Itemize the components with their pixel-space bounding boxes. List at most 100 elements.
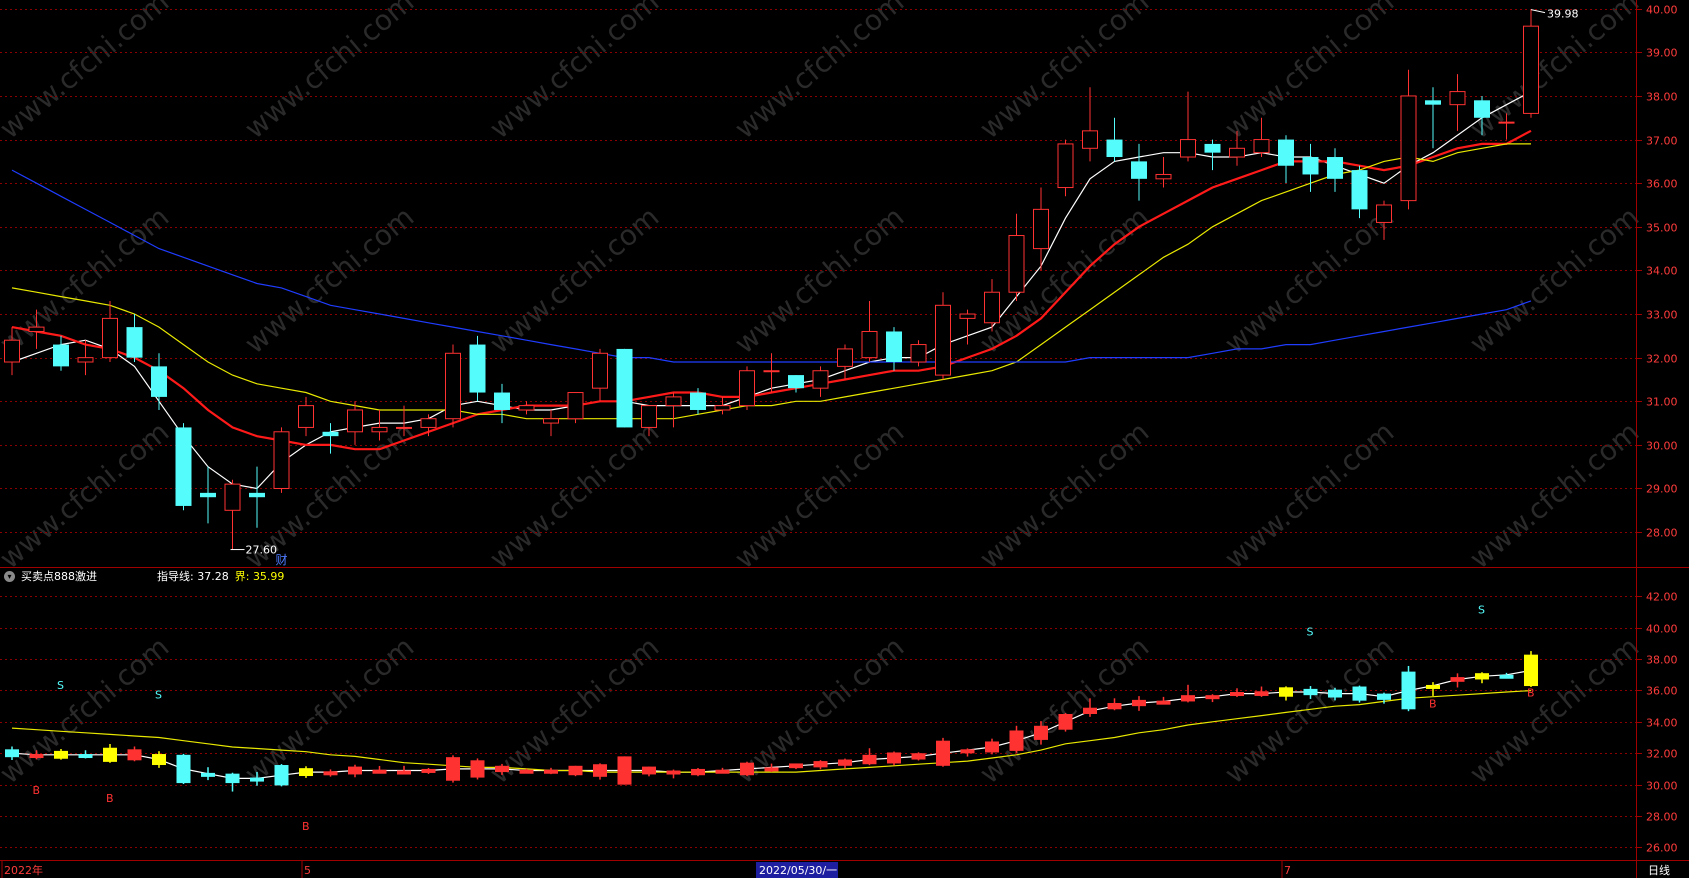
indicator-candle[interactable] <box>813 761 828 768</box>
indicator-candle[interactable] <box>593 764 607 777</box>
candle-body[interactable] <box>935 304 951 376</box>
candle-body[interactable] <box>1400 95 1417 202</box>
candle-body[interactable] <box>151 366 167 397</box>
candle-body[interactable] <box>886 331 902 363</box>
indicator-candle[interactable] <box>1303 688 1318 696</box>
candle-body[interactable] <box>1008 235 1025 293</box>
candle-body[interactable] <box>200 492 216 498</box>
indicator-candle[interactable] <box>323 771 338 776</box>
candle-body[interactable] <box>616 348 633 428</box>
candle-body[interactable] <box>494 392 510 410</box>
candle-body[interactable] <box>53 344 69 367</box>
indicator-candle[interactable] <box>495 765 509 773</box>
indicator-candle[interactable] <box>5 749 19 758</box>
candle-body[interactable] <box>1082 130 1098 149</box>
candle-body[interactable] <box>518 405 535 411</box>
indicator-candle[interactable] <box>1279 687 1293 697</box>
indicator-candle[interactable] <box>911 753 926 760</box>
indicator-candle[interactable] <box>1254 691 1269 696</box>
indicator-candle[interactable] <box>250 777 264 782</box>
candle-body[interactable] <box>1131 161 1147 179</box>
indicator-candle[interactable] <box>78 754 93 759</box>
candle-body[interactable] <box>322 431 339 437</box>
indicator-name[interactable]: 买卖点888激进 <box>21 568 97 584</box>
indicator-candle[interactable] <box>274 765 289 786</box>
indicator-candle[interactable] <box>691 768 705 776</box>
indicator-candle[interactable] <box>397 770 411 775</box>
collapse-icon[interactable]: ▾ <box>4 570 15 582</box>
candle-body[interactable] <box>126 327 143 358</box>
indicator-candle[interactable] <box>1377 693 1391 700</box>
candle-body[interactable] <box>1057 143 1074 189</box>
indicator-candle[interactable] <box>54 750 68 759</box>
candle-body[interactable] <box>224 483 241 511</box>
candle-body[interactable] <box>984 291 1000 324</box>
indicator-candle[interactable] <box>225 773 240 784</box>
indicator-candle[interactable] <box>1230 692 1244 697</box>
candle-body[interactable] <box>1351 170 1368 210</box>
candle-body[interactable] <box>959 313 976 319</box>
candle-body[interactable] <box>788 375 804 389</box>
indicator-candle[interactable] <box>1107 703 1122 710</box>
indicator-candle[interactable] <box>201 772 215 777</box>
candle-body[interactable] <box>1229 147 1245 158</box>
candle-body[interactable] <box>910 344 927 363</box>
indicator-candle[interactable] <box>1181 695 1195 702</box>
candle-body[interactable] <box>298 405 314 428</box>
indicator-candle[interactable] <box>1401 671 1416 710</box>
indicator-candle[interactable] <box>887 752 901 764</box>
indicator-candle[interactable] <box>568 765 583 776</box>
candle-body[interactable] <box>1376 204 1392 223</box>
candle-body[interactable] <box>763 370 780 373</box>
candle-body[interactable] <box>445 352 461 420</box>
candle-body[interactable] <box>420 418 437 428</box>
indicator-candle[interactable] <box>985 741 999 753</box>
indicator-candle[interactable] <box>960 749 975 754</box>
indicator-candle[interactable] <box>127 749 142 761</box>
indicator-candle[interactable] <box>1034 725 1048 740</box>
indicator-candle[interactable] <box>1426 684 1440 689</box>
indicator-candle[interactable] <box>152 754 166 766</box>
candle-body[interactable] <box>347 409 363 433</box>
indicator-candle[interactable] <box>789 763 803 769</box>
indicator-candle[interactable] <box>642 766 656 775</box>
candle-body[interactable] <box>1449 91 1466 106</box>
indicator-candle[interactable] <box>1009 730 1024 751</box>
indicator-candle[interactable] <box>470 760 485 778</box>
indicator-candle[interactable] <box>1328 689 1342 698</box>
candle-body[interactable] <box>1033 208 1049 250</box>
candle-body[interactable] <box>543 418 559 424</box>
candle-body[interactable] <box>1180 139 1196 158</box>
indicator-candle[interactable] <box>1205 695 1220 700</box>
indicator-candle[interactable] <box>764 767 779 772</box>
candle-body[interactable] <box>28 326 45 332</box>
indicator-candle[interactable] <box>299 768 313 777</box>
indicator-candle[interactable] <box>862 754 877 765</box>
candle-body[interactable] <box>102 317 118 359</box>
candle-body[interactable] <box>690 392 706 410</box>
indicator-candle[interactable] <box>1352 686 1367 701</box>
candle-body[interactable] <box>371 426 388 433</box>
candle-body[interactable] <box>1474 100 1490 118</box>
candle-body[interactable] <box>812 370 829 389</box>
candle-body[interactable] <box>1302 157 1319 175</box>
candle-body[interactable] <box>567 392 584 420</box>
indicator-candle[interactable] <box>348 766 362 775</box>
indicator-candle[interactable] <box>519 769 534 774</box>
indicator-candle[interactable] <box>1450 677 1465 682</box>
candle-body[interactable] <box>1204 143 1221 153</box>
candle-body[interactable] <box>641 405 657 428</box>
indicator-candle[interactable] <box>1058 714 1073 730</box>
candle-body[interactable] <box>175 427 192 506</box>
indicator-candle[interactable] <box>1499 674 1514 679</box>
indicator-candle[interactable] <box>715 769 730 774</box>
indicator-candle[interactable] <box>29 754 44 759</box>
indicator-candle[interactable] <box>1156 700 1171 705</box>
candle-body[interactable] <box>273 431 290 489</box>
indicator-candle[interactable] <box>1524 654 1538 687</box>
candle-body[interactable] <box>469 344 486 393</box>
candle-body[interactable] <box>1327 157 1343 179</box>
indicator-candle[interactable] <box>1132 699 1146 707</box>
indicator-candle[interactable] <box>1475 673 1489 680</box>
indicator-candle[interactable] <box>617 756 632 785</box>
